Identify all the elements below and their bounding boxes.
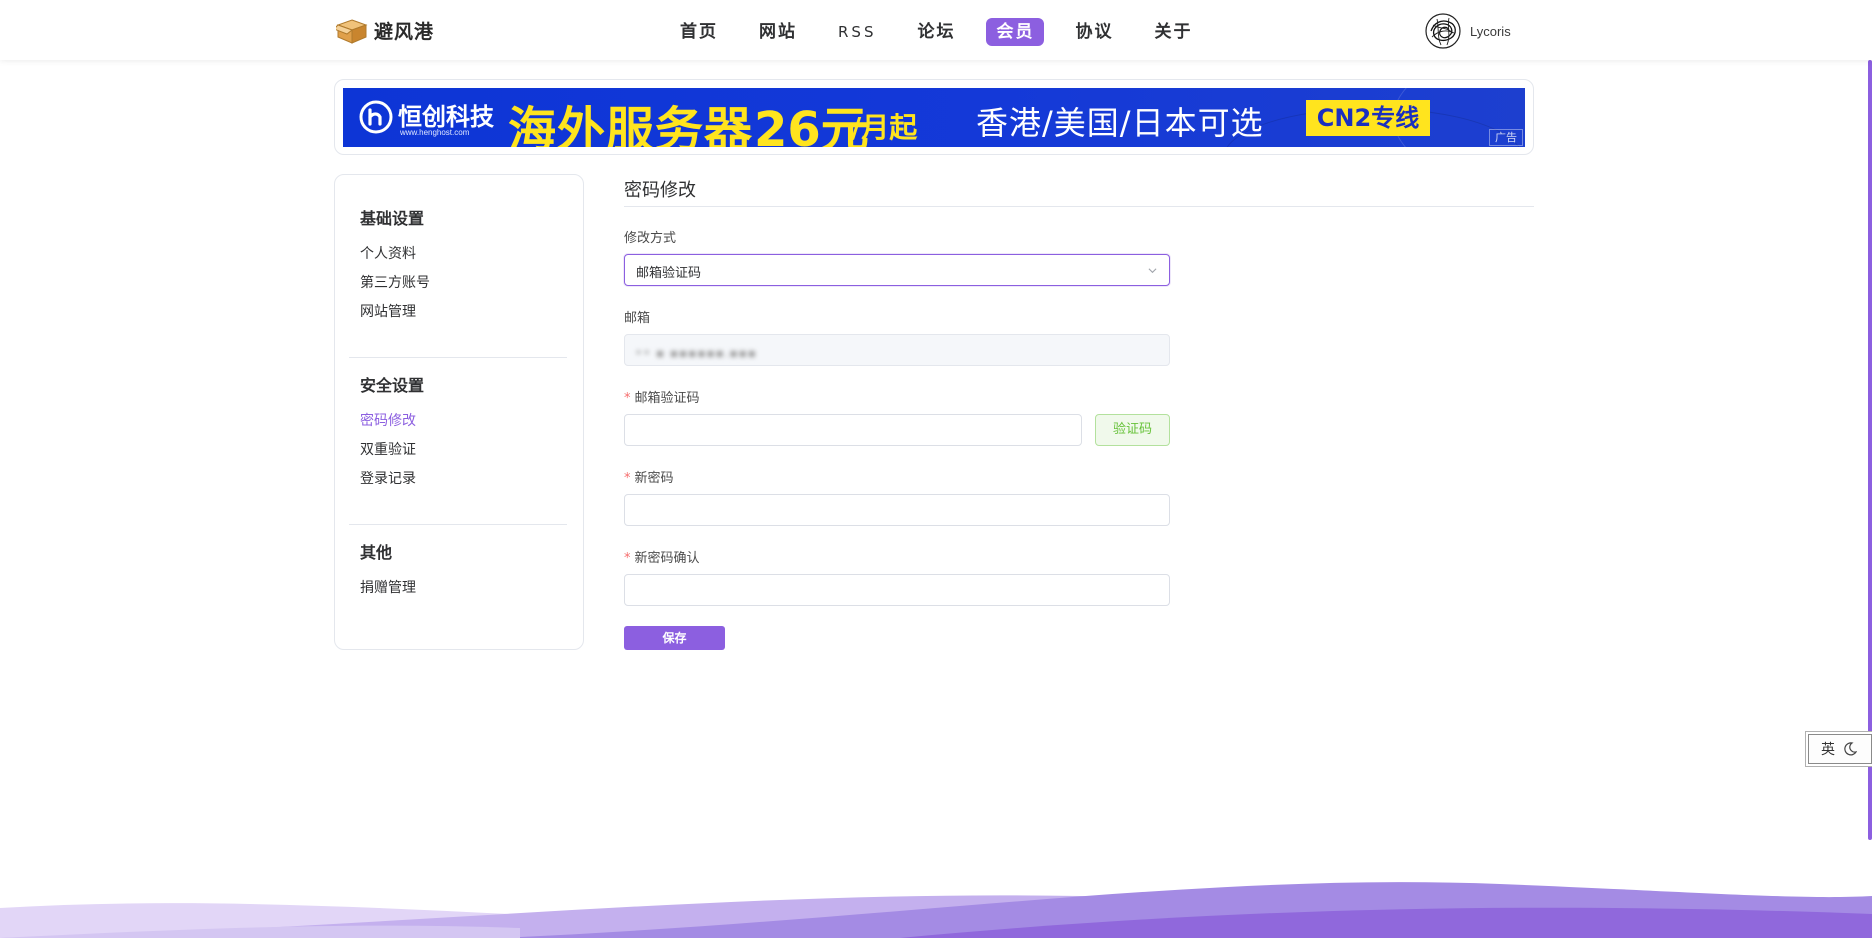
nav-item-sites[interactable]: 网站 (749, 18, 807, 46)
method-select-value: 邮箱验证码 (636, 266, 702, 281)
moon-icon (1844, 742, 1857, 756)
nav-item-about[interactable]: 关于 (1144, 18, 1202, 46)
sidebar-item-login-history[interactable]: 登录记录 (360, 469, 560, 498)
sidebar-group-basic: 基础设置 个人资料 第三方账号 网站管理 (360, 208, 560, 331)
email-field: •• ▪ ▪▪▪▪▪▪.▪▪▪ (624, 334, 1170, 366)
chevron-down-icon (1148, 268, 1157, 274)
nav-item-agreement[interactable]: 协议 (1065, 18, 1123, 46)
page-title: 密码修改 (624, 180, 696, 201)
email-label: 邮箱 (624, 311, 651, 326)
user-menu[interactable]: Lycoris (1425, 13, 1511, 49)
code-label-text: 邮箱验证码 (634, 391, 700, 406)
sidebar-item-site-management[interactable]: 网站管理 (360, 302, 560, 331)
ad-headline: 海外服务器 (508, 102, 754, 147)
nav-item-member[interactable]: 会员 (986, 18, 1045, 46)
new-password-input[interactable] (624, 494, 1170, 526)
sidebar-item-two-factor[interactable]: 双重验证 (360, 440, 560, 469)
confirm-password-label-text: 新密码确认 (634, 551, 700, 566)
sidebar-item-donations[interactable]: 捐赠管理 (360, 578, 560, 607)
sidebar-group-other: 其他 捐赠管理 (360, 542, 560, 607)
method-select[interactable]: 邮箱验证码 (624, 254, 1170, 286)
language-toggle-label: 英 (1821, 742, 1835, 758)
sidebar-group-title: 安全设置 (360, 376, 425, 395)
nav-item-home[interactable]: 首页 (670, 18, 728, 46)
sidebar-divider (349, 524, 567, 525)
code-label: * 邮箱验证码 (624, 387, 700, 406)
ad-company-name: 恒创科技 (398, 103, 494, 131)
sidebar-item-profile[interactable]: 个人资料 (360, 244, 560, 273)
sidebar-item-change-password[interactable]: 密码修改 (360, 411, 560, 440)
sidebar-group-title: 其他 (360, 543, 393, 562)
sidebar-divider (349, 357, 567, 358)
confirm-password-input[interactable] (624, 574, 1170, 606)
henghost-logo-icon (359, 100, 393, 134)
scrollbar[interactable] (1868, 60, 1872, 840)
send-code-button[interactable]: 验证码 (1095, 414, 1170, 446)
brand-logo-link[interactable]: 避风港 (336, 16, 434, 44)
sidebar-item-third-party-accounts[interactable]: 第三方账号 (360, 273, 560, 302)
required-mark: * (624, 551, 631, 566)
ad-banner[interactable]: 恒创科技 www.henghost.com 海外服务器 26元 /月起 香港/美… (343, 88, 1525, 147)
language-theme-toggle[interactable]: 英 (1808, 734, 1872, 764)
ad-price-unit: /月起 (851, 111, 918, 144)
new-password-label-text: 新密码 (634, 471, 674, 486)
required-mark: * (624, 471, 631, 486)
save-button[interactable]: 保存 (624, 626, 725, 650)
ad-url: www.henghost.com (400, 128, 470, 137)
box-icon (336, 19, 368, 44)
nav-item-forum[interactable]: 论坛 (907, 18, 965, 46)
ad-tag: CN2专线 (1306, 100, 1430, 136)
user-avatar (1425, 13, 1461, 49)
settings-sidebar: 基础设置 个人资料 第三方账号 网站管理 安全设置 密码修改 双重验证 登录记录… (334, 174, 584, 650)
required-mark: * (624, 391, 631, 406)
ad-container: 恒创科技 www.henghost.com 海外服务器 26元 /月起 香港/美… (334, 79, 1534, 155)
new-password-label: * 新密码 (624, 467, 674, 486)
main-nav: 首页 网站 RSS 论坛 会员 协议 关于 (670, 18, 1223, 46)
ad-mark: 广告 (1489, 129, 1523, 146)
sidebar-group-security: 安全设置 密码修改 双重验证 登录记录 (360, 375, 560, 498)
brand-name: 避风港 (374, 20, 435, 43)
title-divider (624, 206, 1534, 207)
email-code-input[interactable] (624, 414, 1082, 446)
method-label: 修改方式 (624, 231, 677, 246)
ad-regions: 香港/美国/日本可选 (976, 104, 1264, 142)
sidebar-group-title: 基础设置 (360, 209, 425, 228)
confirm-password-label: * 新密码确认 (624, 547, 700, 566)
nav-item-rss[interactable]: RSS (828, 18, 886, 46)
footer-wave-decoration (0, 882, 1872, 938)
email-value-masked: •• ▪ ▪▪▪▪▪▪.▪▪▪ (635, 346, 757, 360)
user-name: Lycoris (1470, 23, 1511, 39)
top-navigation-bar: 避风港 首页 网站 RSS 论坛 会员 协议 关于 Lycoris (0, 0, 1872, 60)
